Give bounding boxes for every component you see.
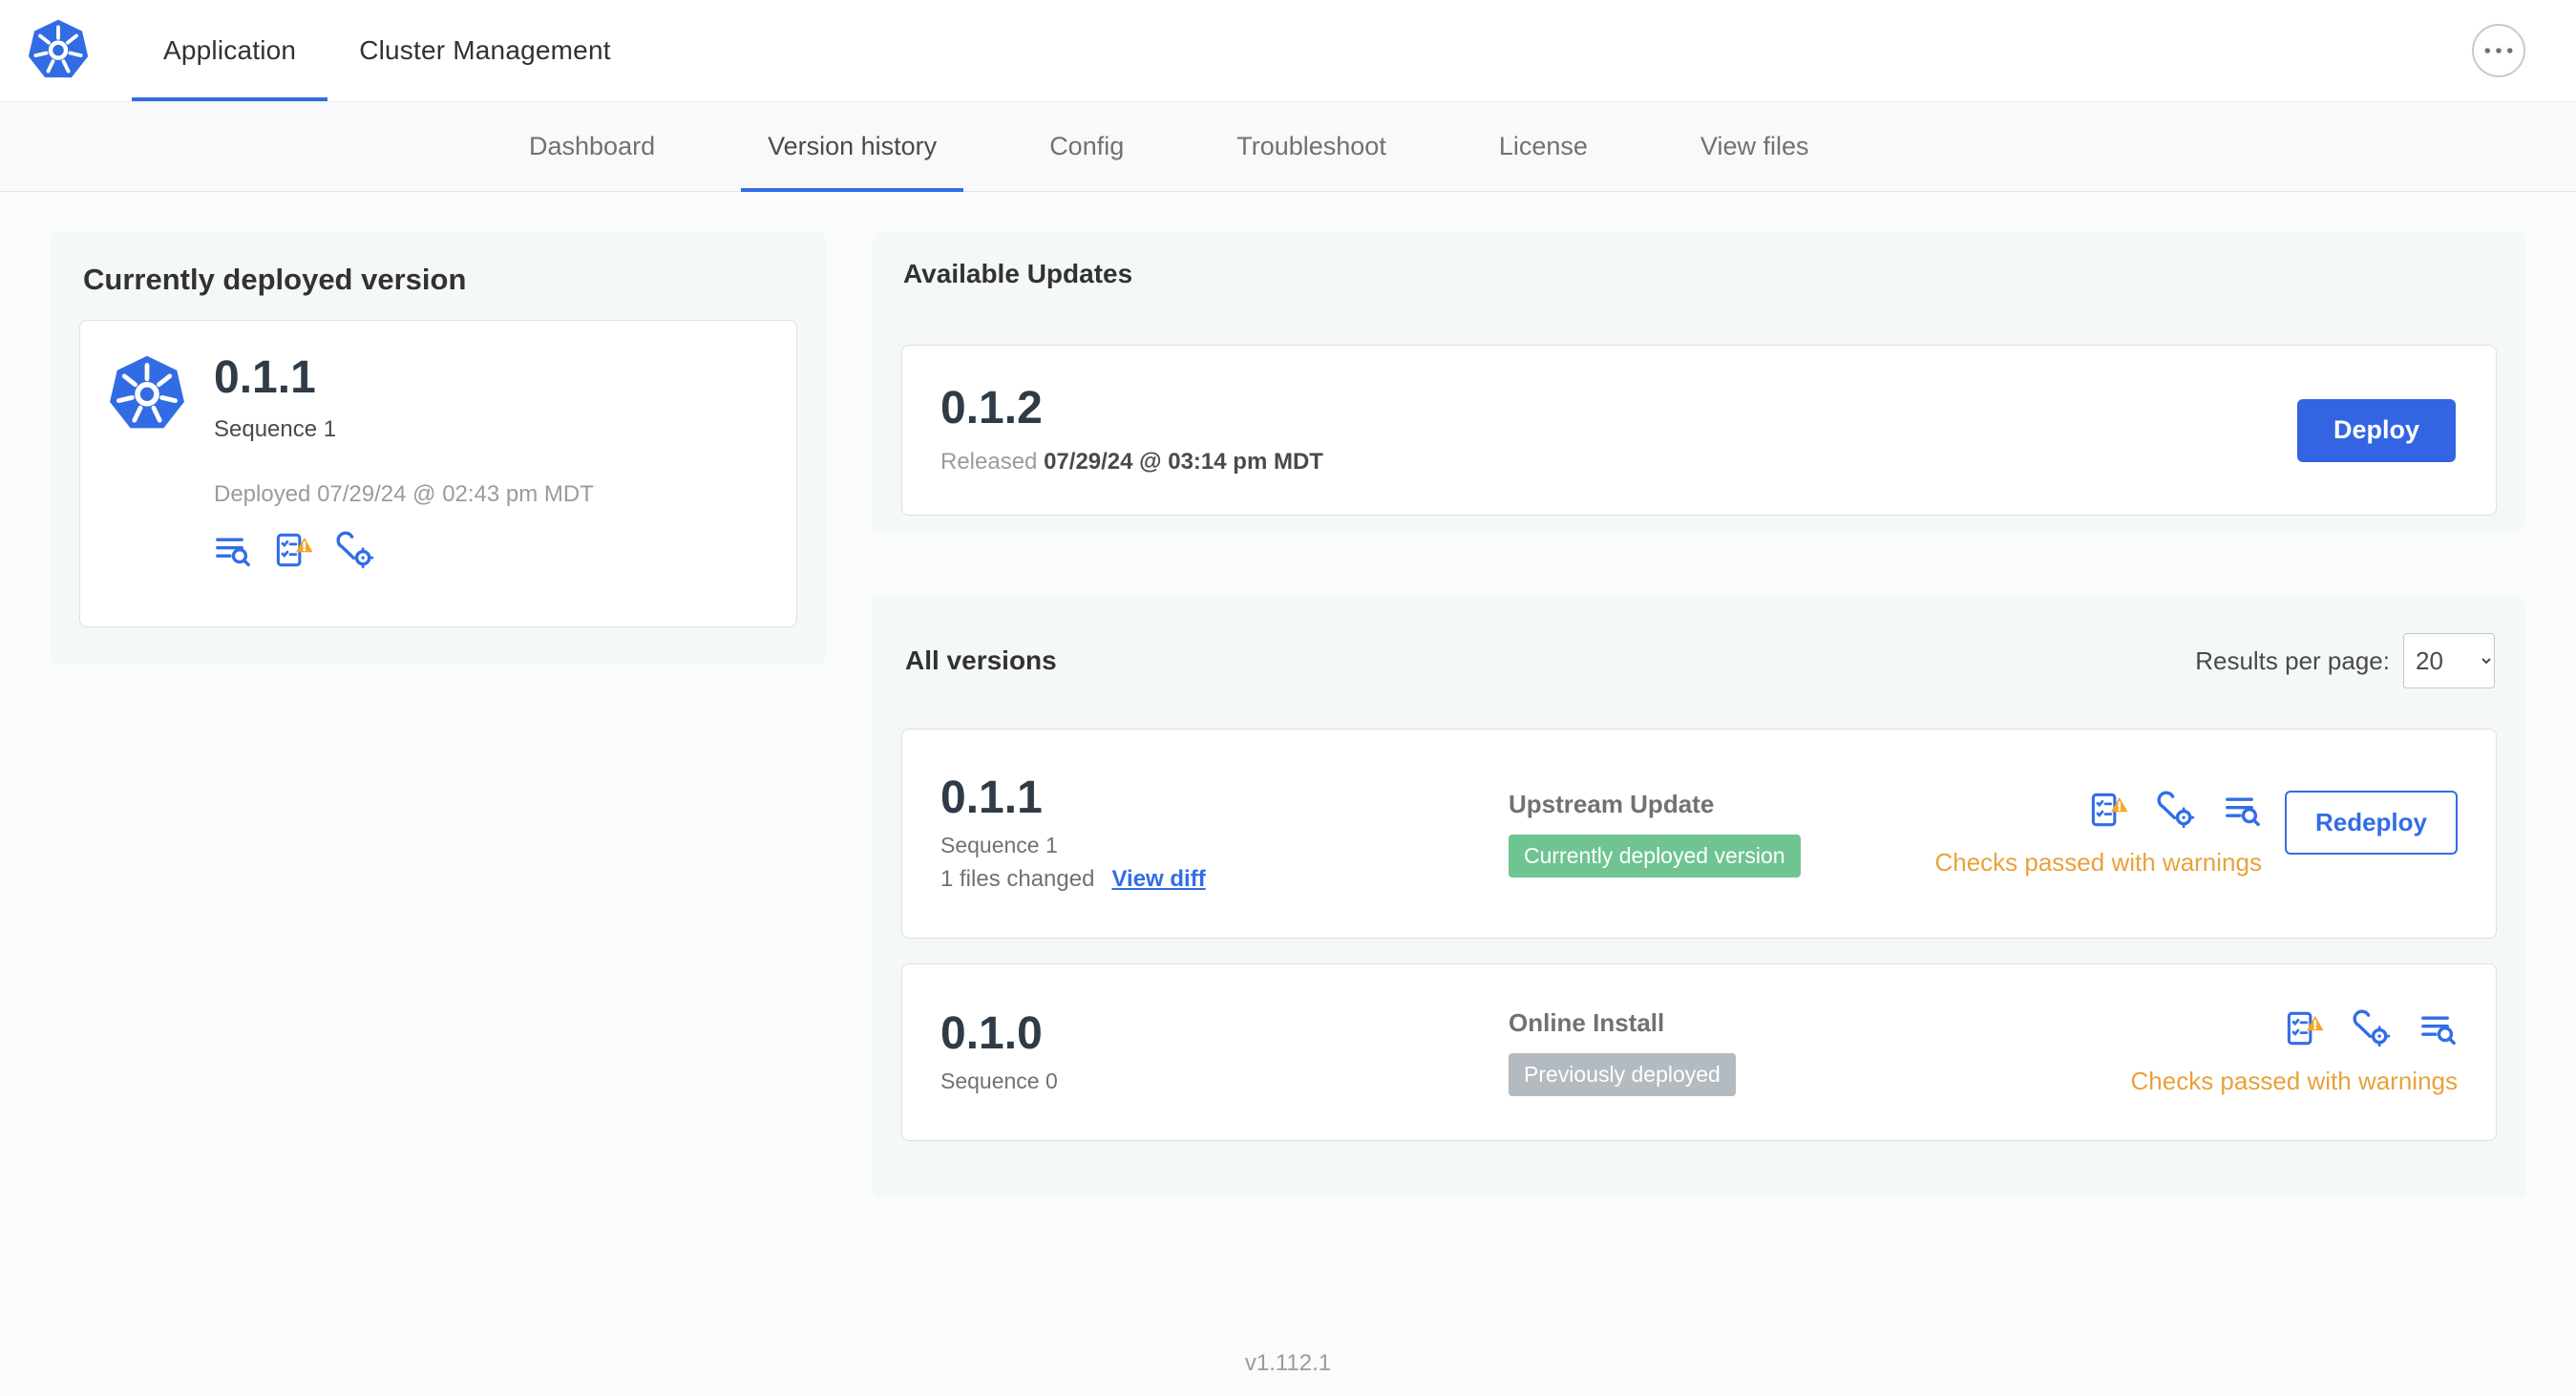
results-per-page: Results per page: 20 bbox=[2195, 633, 2495, 688]
current-version-details: 0.1.1 Sequence 1 Deployed 07/29/24 @ 02:… bbox=[214, 355, 594, 592]
version-icons bbox=[2286, 1009, 2458, 1047]
nav-config[interactable]: Config bbox=[1023, 102, 1151, 191]
version-sequence: Sequence 1 bbox=[940, 832, 1058, 857]
released-label: Released bbox=[940, 448, 1038, 475]
app-page: Application Cluster Management Dashboard… bbox=[0, 0, 2576, 1396]
checks-status-text: Checks passed with warnings bbox=[1934, 847, 2262, 877]
version-number: 0.1.1 bbox=[940, 772, 1043, 823]
version-actions: Checks passed with warnings Redeploy bbox=[1934, 790, 2458, 878]
version-info: 0.1.1 Sequence 1 1 files changed View di… bbox=[940, 772, 1509, 893]
nav-version-history[interactable]: Version history bbox=[741, 102, 964, 192]
console-version: v1.112.1 bbox=[1244, 1350, 1332, 1376]
top-tabs: Application Cluster Management bbox=[132, 0, 643, 101]
tab-application-label: Application bbox=[163, 35, 297, 65]
checks-status-text: Checks passed with warnings bbox=[2130, 1066, 2459, 1095]
deploy-button[interactable]: Deploy bbox=[2296, 398, 2456, 462]
available-update-released: Released 07/29/24 @ 03:14 pm MDT bbox=[940, 449, 1323, 476]
version-actions: Checks passed with warnings bbox=[2130, 1009, 2459, 1096]
edit-config-icon[interactable] bbox=[336, 531, 374, 569]
version-row-0-1-0: 0.1.0 Sequence 0 Online Install Previous… bbox=[901, 963, 2497, 1141]
all-versions-card: All versions Results per page: 20 0.1.1 … bbox=[873, 597, 2525, 1196]
version-row-0-1-1: 0.1.1 Sequence 1 1 files changed View di… bbox=[901, 729, 2497, 939]
current-version-deployed-date: Deployed 07/29/24 @ 02:43 pm MDT bbox=[214, 481, 594, 507]
preflight-checks-warning-icon[interactable] bbox=[2286, 1009, 2324, 1047]
deployed-status-badge: Currently deployed version bbox=[1509, 835, 1801, 878]
kubernetes-logo-icon bbox=[28, 19, 89, 82]
available-updates-title: Available Updates bbox=[903, 259, 1133, 288]
current-version-number: 0.1.1 bbox=[214, 352, 316, 403]
secondary-nav: Dashboard Version history Config Trouble… bbox=[0, 102, 2576, 192]
currently-deployed-title: Currently deployed version bbox=[83, 263, 467, 296]
preflight-checks-warning-icon[interactable] bbox=[275, 531, 313, 569]
version-icons bbox=[2090, 791, 2262, 829]
nav-view-files[interactable]: View files bbox=[1674, 102, 1836, 191]
version-source-block: Upstream Update Currently deployed versi… bbox=[1509, 790, 1934, 878]
ellipsis-icon bbox=[2483, 44, 2514, 58]
results-per-page-select[interactable]: 20 bbox=[2403, 633, 2495, 688]
version-icons-column: Checks passed with warnings bbox=[2130, 1009, 2459, 1096]
main-content: Currently deployed version 0.1.1 Sequenc… bbox=[0, 192, 2576, 1196]
version-source-block: Online Install Previously deployed bbox=[1509, 1008, 2131, 1096]
files-changed-label: 1 files changed bbox=[940, 865, 1095, 892]
version-sequence: Sequence 0 bbox=[940, 1068, 1058, 1093]
current-version-sequence: Sequence 1 bbox=[214, 416, 337, 442]
nav-dashboard[interactable]: Dashboard bbox=[502, 102, 682, 191]
files-changed-row: 1 files changed View diff bbox=[940, 866, 1509, 893]
top-header: Application Cluster Management bbox=[0, 0, 2576, 102]
edit-config-icon[interactable] bbox=[2157, 791, 2195, 829]
tab-cluster-management[interactable]: Cluster Management bbox=[327, 0, 643, 101]
tab-cluster-management-label: Cluster Management bbox=[359, 35, 611, 65]
tab-application[interactable]: Application bbox=[132, 0, 328, 101]
redeploy-button[interactable]: Redeploy bbox=[2284, 790, 2458, 855]
all-versions-header: All versions Results per page: 20 bbox=[901, 633, 2497, 688]
available-update-row: 0.1.2 Released 07/29/24 @ 03:14 pm MDT D… bbox=[901, 345, 2497, 516]
app-footer: v1.112.1 bbox=[0, 1350, 2576, 1377]
release-notes-icon[interactable] bbox=[2419, 1009, 2458, 1047]
released-date: 07/29/24 @ 03:14 pm MDT bbox=[1044, 448, 1323, 475]
kubernetes-icon bbox=[109, 355, 185, 434]
version-info: 0.1.0 Sequence 0 bbox=[940, 1007, 1509, 1094]
preflight-checks-warning-icon[interactable] bbox=[2090, 791, 2128, 829]
version-number: 0.1.0 bbox=[940, 1007, 1043, 1059]
more-menu-button[interactable] bbox=[2472, 24, 2525, 77]
current-version-panel: 0.1.1 Sequence 1 Deployed 07/29/24 @ 02:… bbox=[79, 320, 797, 627]
previously-deployed-badge: Previously deployed bbox=[1509, 1053, 1736, 1096]
release-notes-icon[interactable] bbox=[2224, 791, 2262, 829]
nav-license[interactable]: License bbox=[1472, 102, 1615, 191]
version-source: Online Install bbox=[1509, 1008, 1665, 1037]
view-diff-link[interactable]: View diff bbox=[1111, 866, 1205, 893]
right-column: Available Updates 0.1.2 Released 07/29/2… bbox=[873, 232, 2525, 1196]
results-per-page-label: Results per page: bbox=[2195, 645, 2390, 675]
version-icons-column: Checks passed with warnings bbox=[1934, 791, 2262, 878]
current-version-actions bbox=[214, 531, 594, 569]
available-updates-card: Available Updates 0.1.2 Released 07/29/2… bbox=[873, 232, 2525, 531]
version-source: Upstream Update bbox=[1509, 790, 1715, 818]
available-update-info: 0.1.2 Released 07/29/24 @ 03:14 pm MDT bbox=[940, 382, 1323, 476]
currently-deployed-card: Currently deployed version 0.1.1 Sequenc… bbox=[51, 232, 826, 664]
available-update-version: 0.1.2 bbox=[940, 382, 1043, 434]
nav-troubleshoot[interactable]: Troubleshoot bbox=[1210, 102, 1413, 191]
release-notes-icon[interactable] bbox=[214, 531, 252, 569]
edit-config-icon[interactable] bbox=[2353, 1009, 2391, 1047]
all-versions-title: All versions bbox=[905, 645, 1057, 675]
